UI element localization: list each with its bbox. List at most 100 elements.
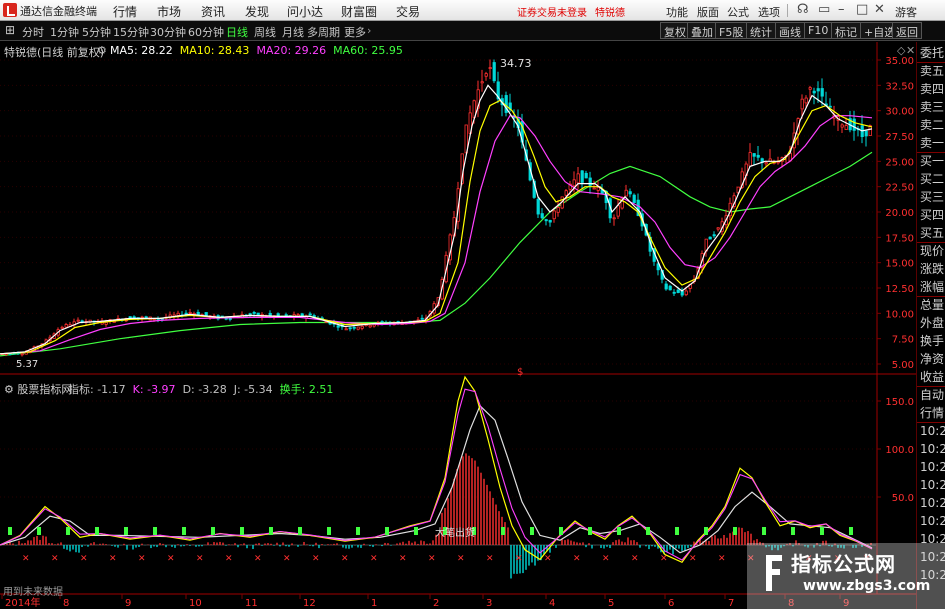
draw-line-button[interactable]: 画线	[775, 22, 805, 39]
period-weekly[interactable]: 周线	[254, 24, 276, 40]
candle-body	[624, 189, 628, 197]
candle-body	[840, 124, 844, 128]
sell-signal-marker: ✕	[428, 554, 436, 564]
quote-panel-label: 涨跌	[920, 262, 945, 276]
quote-panel-label: 净资	[920, 352, 945, 366]
quote-panel-label: 10:2	[920, 514, 945, 528]
k-value: K: -3.97	[132, 383, 176, 396]
layout-button[interactable]: 版面	[697, 4, 719, 20]
mark-button[interactable]: 标记	[831, 22, 861, 39]
period-1min[interactable]: 1分钟	[50, 24, 79, 40]
quote-panel-label[interactable]: 行情	[920, 406, 944, 420]
candle-body	[276, 313, 280, 317]
login-notice[interactable]: 证券交易未登录	[517, 4, 587, 19]
quote-panel-divider	[917, 242, 945, 243]
period-monthly[interactable]: 月线	[282, 24, 304, 40]
sell-signal-marker: ✕	[370, 554, 378, 564]
watermark-url: www.zbgs3.com	[803, 578, 931, 594]
quote-panel-label[interactable]: 自动	[920, 388, 944, 402]
period-more[interactable]: 更多	[344, 24, 366, 40]
buy-signal-marker	[8, 527, 12, 535]
period-multi[interactable]: 多周期	[307, 24, 340, 40]
menu-market[interactable]: 市场	[157, 3, 181, 20]
candle-body	[484, 73, 488, 77]
future-data-label: 用到未来数据	[3, 587, 63, 598]
buy-signal-marker	[327, 527, 331, 535]
candle-body	[356, 326, 360, 330]
ma10-line	[0, 99, 873, 355]
expand-icon[interactable]: ⊞	[5, 23, 15, 37]
chat-icon[interactable]: ▭	[818, 2, 830, 17]
time-tick-label: 4	[549, 598, 555, 609]
period-60min[interactable]: 60分钟	[188, 24, 224, 40]
candle-body	[344, 328, 348, 331]
period-intraday[interactable]: 分时	[22, 24, 44, 40]
stock-link[interactable]: 特锐德	[595, 4, 625, 19]
menu-ask[interactable]: 问小达	[287, 3, 323, 20]
restore-rights-button[interactable]: 复权	[660, 22, 690, 39]
candle-body	[576, 173, 580, 184]
sell-signal-marker: ✕	[515, 554, 523, 564]
candle-body	[632, 194, 636, 203]
overlay-button[interactable]: 叠加	[687, 22, 717, 39]
statistics-button[interactable]: 统计	[746, 22, 776, 39]
menu-trade[interactable]: 交易	[396, 3, 420, 20]
sell-signal-marker: ✕	[312, 554, 320, 564]
headset-icon[interactable]: ☊	[797, 2, 809, 17]
menu-discover[interactable]: 发现	[245, 3, 269, 20]
f10-button[interactable]: F10	[804, 22, 833, 39]
quote-panel-label: 买三	[920, 190, 945, 204]
quote-panel-label: 10:2	[920, 478, 945, 492]
turnover-value: 换手: 2.51	[279, 383, 334, 396]
sell-signal-marker: ✕	[660, 554, 668, 564]
settings-icon[interactable]: ⚙	[97, 44, 107, 57]
sell-signal-marker: ✕	[80, 554, 88, 564]
more-chevron-icon[interactable]: ›	[367, 24, 371, 37]
formula-button[interactable]: 公式	[727, 4, 749, 20]
quote-panel-divider	[917, 152, 945, 153]
minimize-icon[interactable]: –	[838, 2, 845, 17]
buy-signal-marker	[385, 527, 389, 535]
candle-body	[548, 220, 552, 223]
menu-wealth-circle[interactable]: 财富圈	[341, 3, 377, 20]
f5-button[interactable]: F5股	[715, 22, 748, 39]
guest-label[interactable]: 游客	[895, 4, 917, 20]
period-5min[interactable]: 5分钟	[82, 24, 111, 40]
quote-panel-label: 涨幅	[920, 280, 945, 294]
back-button[interactable]: 返回	[892, 22, 922, 39]
ma-legend: MA5: 28.22 MA10: 28.43 MA20: 29.26 MA60:…	[110, 44, 403, 57]
candle-body	[612, 217, 616, 220]
menu-news[interactable]: 资讯	[201, 3, 225, 20]
watermark-title: 指标公式网	[791, 552, 896, 576]
chart-area[interactable]: ✕✕✕✕✕✕✕✕✕✕✕✕✕✕✕✕✕✕✕✕✕✕✕✕✕✕✕✕✕✕ 5.007.501…	[0, 42, 916, 609]
diamond-icon[interactable]: ◇	[897, 44, 905, 57]
maximize-icon[interactable]: □	[856, 2, 868, 17]
sell-signal-marker: ✕	[689, 554, 697, 564]
buy-signal-marker	[675, 527, 679, 535]
close-panel-icon[interactable]: ✕	[906, 44, 915, 57]
indicator-settings-icon[interactable]: ⚙	[4, 383, 14, 396]
period-30min[interactable]: 30分钟	[150, 24, 186, 40]
options-button[interactable]: 选项	[758, 4, 780, 20]
buy-signal-marker	[240, 527, 244, 535]
candle-body	[248, 313, 252, 316]
time-tick-label: 5	[608, 598, 614, 609]
period-daily[interactable]: 日线	[226, 24, 248, 40]
buy-signal-marker	[588, 527, 592, 535]
mid-marker: $	[517, 367, 524, 378]
period-15min[interactable]: 15分钟	[113, 24, 149, 40]
quote-panel-label: 买四	[920, 208, 945, 222]
close-icon[interactable]: ✕	[874, 2, 885, 17]
stock-label: 特锐德(日线 前复权)	[4, 46, 105, 59]
menu-quotes[interactable]: 行情	[113, 3, 137, 20]
ma10-label: MA10: 28.43	[179, 44, 250, 57]
candle-body	[820, 88, 824, 97]
candle-body	[748, 152, 752, 167]
quote-panel-label: 外盘	[920, 316, 945, 330]
sell-signal-marker: ✕	[254, 554, 262, 564]
function-button[interactable]: 功能	[666, 4, 688, 20]
candle-body	[556, 207, 560, 213]
candle-body	[668, 285, 672, 291]
quote-panel: 委托 卖五 卖四 卖三 卖二 卖一 买一 买二 买三 买四 买五 现价 涨跌 涨幅 总量 外盘 换手 净资 收益 自动…	[916, 42, 945, 609]
buy-signal-marker	[501, 527, 505, 535]
